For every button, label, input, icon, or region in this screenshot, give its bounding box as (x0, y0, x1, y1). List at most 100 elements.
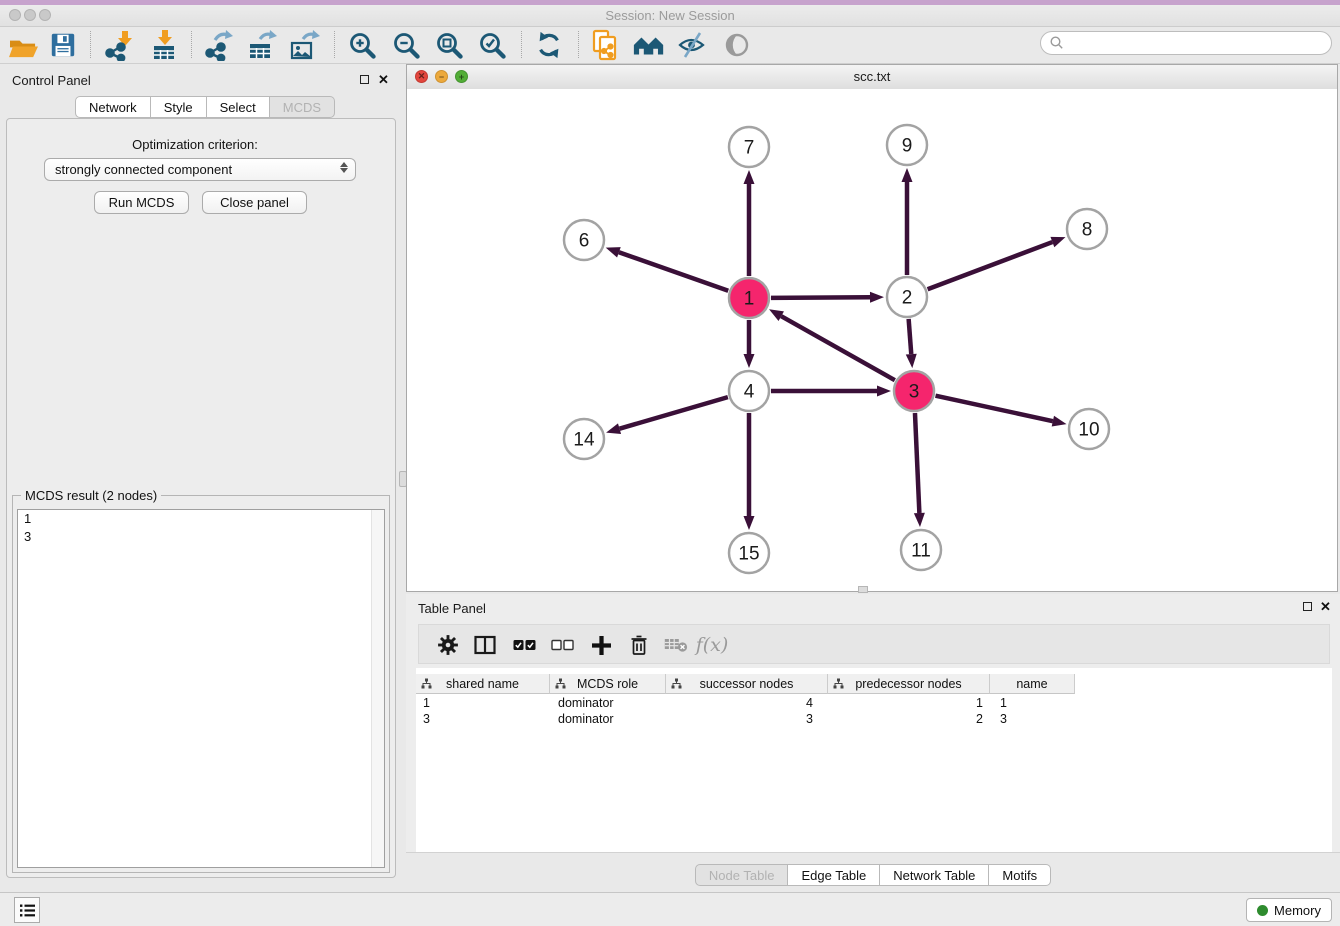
optimization-criterion-value: strongly connected component (55, 162, 232, 177)
table-panel-float-icon[interactable] (1303, 602, 1312, 611)
graph-edge-2-3[interactable] (909, 319, 912, 354)
optimization-criterion-label: Optimization criterion: (0, 137, 390, 152)
network-canvas[interactable]: 7968124314101511 (407, 89, 1337, 591)
refresh-icon (534, 30, 564, 60)
optimization-criterion-select[interactable]: strongly connected component (44, 158, 356, 181)
cell-predecessor-nodes[interactable]: 2 (828, 711, 990, 727)
hide-selected-button[interactable] (674, 28, 710, 62)
graph-edge-4-14[interactable] (620, 397, 728, 429)
zoom-out-button[interactable] (388, 28, 424, 62)
delete-column-button[interactable] (622, 628, 656, 662)
memory-button[interactable]: Memory (1246, 898, 1332, 922)
save-session-button[interactable] (45, 28, 81, 62)
graph-node-label: 14 (573, 430, 595, 451)
select-all-button[interactable] (507, 628, 541, 662)
window-titlebar: Session: New Session (0, 5, 1340, 27)
column-header-predecessor-nodes[interactable]: predecessor nodes (828, 674, 990, 694)
graph-node-label: 3 (909, 382, 920, 403)
table-panel-close-icon[interactable]: ✕ (1320, 601, 1331, 613)
cell-successor-nodes[interactable]: 4 (666, 695, 828, 711)
eye-slash-icon (677, 31, 707, 59)
open-file-button[interactable] (5, 28, 41, 62)
zoom-fit-icon (434, 30, 464, 60)
import-table-button[interactable] (147, 28, 183, 62)
graph-arrowhead (906, 354, 917, 368)
table-row[interactable]: 3 dominator 3 2 3 (416, 711, 1075, 727)
cell-shared-name[interactable]: 3 (416, 711, 550, 727)
export-network-icon (202, 29, 234, 61)
zoom-selected-button[interactable] (474, 28, 510, 62)
cell-mcds-role[interactable]: dominator (550, 695, 666, 711)
table-options-button[interactable] (431, 628, 465, 662)
mcds-result-list[interactable]: 1 3 (17, 509, 385, 868)
task-history-button[interactable] (14, 897, 40, 923)
new-network-from-selection-button[interactable] (587, 28, 623, 62)
apply-layout-button[interactable] (531, 28, 567, 62)
zoom-fit-button[interactable] (431, 28, 467, 62)
tab-network-table[interactable]: Network Table (880, 864, 989, 886)
window-title: Session: New Session (0, 8, 1340, 23)
deselect-all-button[interactable] (545, 628, 579, 662)
column-header-name[interactable]: name (990, 674, 1075, 694)
graph-node-label: 7 (744, 138, 755, 159)
first-neighbors-button[interactable] (631, 28, 667, 62)
import-network-icon (102, 29, 134, 61)
network-view-window: ✕ − + scc.txt 7968124314101511 (406, 64, 1338, 592)
search-field[interactable] (1040, 31, 1332, 55)
zoom-in-button[interactable] (344, 28, 380, 62)
network-window-titlebar[interactable]: ✕ − + scc.txt (407, 65, 1337, 90)
cell-mcds-role[interactable]: dominator (550, 711, 666, 727)
tab-motifs[interactable]: Motifs (989, 864, 1051, 886)
tab-style[interactable]: Style (151, 96, 207, 118)
search-input[interactable] (1065, 36, 1331, 51)
graph-node-label: 10 (1078, 420, 1099, 441)
tab-edge-table[interactable]: Edge Table (788, 864, 880, 886)
import-network-button[interactable] (100, 28, 136, 62)
control-panel-tabs: Network Style Select MCDS (75, 96, 335, 118)
tab-select[interactable]: Select (207, 96, 270, 118)
cell-shared-name[interactable]: 1 (416, 695, 550, 711)
column-header-shared-name[interactable]: shared name (416, 674, 550, 694)
mcds-result-title: MCDS result (2 nodes) (21, 488, 161, 503)
show-column-panel-button[interactable] (468, 628, 502, 662)
cell-name[interactable]: 1 (990, 695, 1075, 711)
graph-edge-1-6[interactable] (619, 252, 728, 290)
table-panel-title: Table Panel (418, 601, 486, 616)
graph-edge-3-10[interactable] (935, 396, 1052, 421)
column-header-successor-nodes[interactable]: successor nodes (666, 674, 828, 694)
toolbar-separator (521, 31, 522, 58)
cell-successor-nodes[interactable]: 3 (666, 711, 828, 727)
control-panel-float-icon[interactable] (360, 75, 369, 84)
network-graph[interactable]: 7968124314101511 (407, 89, 1337, 591)
zoom-in-icon (347, 30, 377, 60)
columns-icon (473, 634, 497, 656)
horizontal-splitter-handle[interactable] (858, 586, 868, 593)
save-icon (49, 31, 77, 59)
control-panel-close-icon[interactable]: ✕ (378, 74, 389, 86)
tab-mcds[interactable]: MCDS (270, 96, 335, 118)
node-table: shared name MCDS role successor nodes (416, 668, 1332, 852)
table-row[interactable]: 1 dominator 4 1 1 (416, 695, 1075, 711)
table-tabs-bar: Node Table Edge Table Network Table Moti… (406, 852, 1340, 893)
open-folder-icon (8, 32, 39, 59)
create-column-button[interactable] (584, 628, 618, 662)
export-image-button[interactable] (287, 28, 323, 62)
export-network-button[interactable] (200, 28, 236, 62)
graph-edge-1-2[interactable] (771, 297, 870, 298)
export-table-button[interactable] (244, 28, 280, 62)
cell-predecessor-nodes[interactable]: 1 (828, 695, 990, 711)
graph-edge-3-1[interactable] (781, 316, 895, 380)
result-scrollbar[interactable] (371, 510, 384, 867)
show-all-button[interactable] (719, 28, 755, 62)
table-tabs: Node Table Edge Table Network Table Moti… (695, 864, 1051, 886)
graph-edge-2-8[interactable] (928, 242, 1053, 289)
column-header-mcds-role[interactable]: MCDS role (550, 674, 666, 694)
tab-network[interactable]: Network (75, 96, 151, 118)
run-mcds-button[interactable]: Run MCDS (94, 191, 189, 214)
graph-edge-3-11[interactable] (915, 413, 919, 513)
cell-name[interactable]: 3 (990, 711, 1075, 727)
graph-arrowhead (877, 386, 891, 397)
tab-node-table[interactable]: Node Table (695, 864, 789, 886)
close-panel-button[interactable]: Close panel (202, 191, 307, 214)
toolbar-separator (578, 31, 579, 58)
